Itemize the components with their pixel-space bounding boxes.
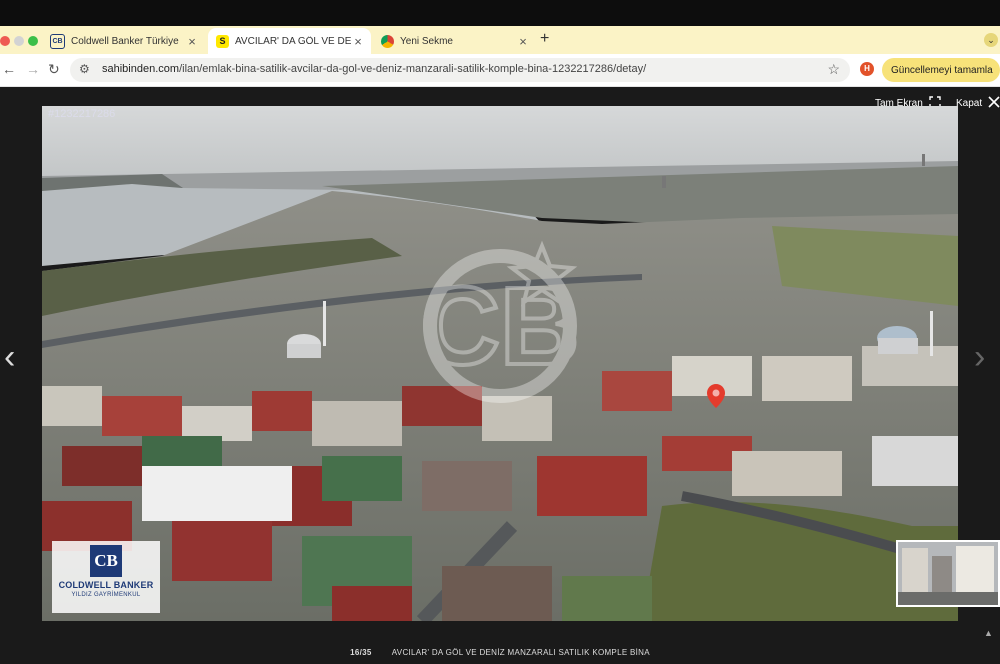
update-button[interactable]: Güncellemeyi tamamla ⋮: [882, 58, 1000, 82]
caption-title: AVCILAR' DA GÖL VE DENİZ MANZARALI SATIL…: [391, 648, 650, 657]
logo-sub-text: YILDIZ GAYRİMENKUL: [71, 592, 141, 598]
window-close-dot[interactable]: [0, 36, 10, 46]
window-top-strip: [0, 0, 1000, 26]
tab-title: Yeni Sekme: [400, 35, 453, 47]
extension-icon[interactable]: H: [860, 62, 874, 76]
reload-icon[interactable]: ↻: [48, 61, 60, 78]
coldwell-banker-logo: CB COLDWELL BANKER YILDIZ GAYRİMENKUL: [52, 541, 160, 613]
chrome-icon: [381, 34, 394, 48]
tab-sahibinden-listing[interactable]: S AVCILAR' DA GÖL VE DENİZ MANZARALI SAT…: [208, 28, 371, 54]
thumbnail-preview[interactable]: [896, 540, 1000, 607]
forward-arrow-icon[interactable]: →: [26, 61, 40, 77]
new-tab-plus-icon[interactable]: +: [540, 30, 549, 48]
back-arrow-icon[interactable]: ←: [2, 61, 16, 77]
photo-counter: 16/35: [350, 648, 372, 657]
previous-photo-chevron-icon[interactable]: ‹: [4, 340, 15, 374]
close-icon[interactable]: ×: [185, 34, 199, 49]
coldwell-banker-icon: CB: [50, 33, 65, 49]
location-pin-icon: [707, 384, 725, 408]
scroll-up-icon[interactable]: ▲: [984, 628, 993, 638]
close-icon[interactable]: ×: [516, 34, 530, 49]
tab-coldwell-banker[interactable]: CB Coldwell Banker Türkiye ×: [42, 28, 205, 54]
logo-brand-text: COLDWELL BANKER: [58, 580, 154, 590]
close-icon: [988, 96, 1000, 111]
tab-strip: CB Coldwell Banker Türkiye × S AVCILAR' …: [0, 26, 1000, 54]
browser-toolbar: ← → ↻ ⚙ sahibinden.com/ilan/emlak-bina-s…: [0, 54, 1000, 87]
window-zoom-dot[interactable]: [28, 36, 38, 46]
url-text[interactable]: sahibinden.com/ilan/emlak-bina-satilik-a…: [102, 63, 646, 75]
close-icon[interactable]: ×: [351, 34, 365, 49]
next-photo-chevron-icon[interactable]: ›: [974, 340, 985, 374]
update-button-label: Güncellemeyi tamamla: [891, 64, 993, 76]
listing-photo: CB: [42, 106, 958, 621]
watermark-cb-icon: CB: [419, 240, 581, 403]
tab-title: Coldwell Banker Türkiye: [71, 35, 179, 47]
close-lightbox-button[interactable]: Kapat: [956, 96, 1000, 111]
tab-new-tab[interactable]: Yeni Sekme ×: [373, 28, 536, 54]
window-minimize-dot[interactable]: [14, 36, 24, 46]
tab-search-chevron-icon[interactable]: ⌄: [984, 33, 998, 47]
close-label: Kapat: [956, 98, 983, 109]
listing-id-overlay: #1232217286: [48, 108, 116, 120]
tab-title: AVCILAR' DA GÖL VE DENİZ MANZARALI SATIL…: [235, 35, 351, 47]
cb-logo-mark: CB: [90, 545, 122, 577]
site-settings-icon[interactable]: ⚙: [79, 62, 90, 76]
address-bar[interactable]: ⚙ sahibinden.com/ilan/emlak-bina-satilik…: [70, 58, 850, 82]
bookmark-star-icon[interactable]: ☆: [827, 61, 840, 78]
photo-caption: 16/35 AVCILAR' DA GÖL VE DENİZ MANZARALI…: [0, 648, 1000, 657]
sahibinden-icon: S: [216, 34, 229, 48]
